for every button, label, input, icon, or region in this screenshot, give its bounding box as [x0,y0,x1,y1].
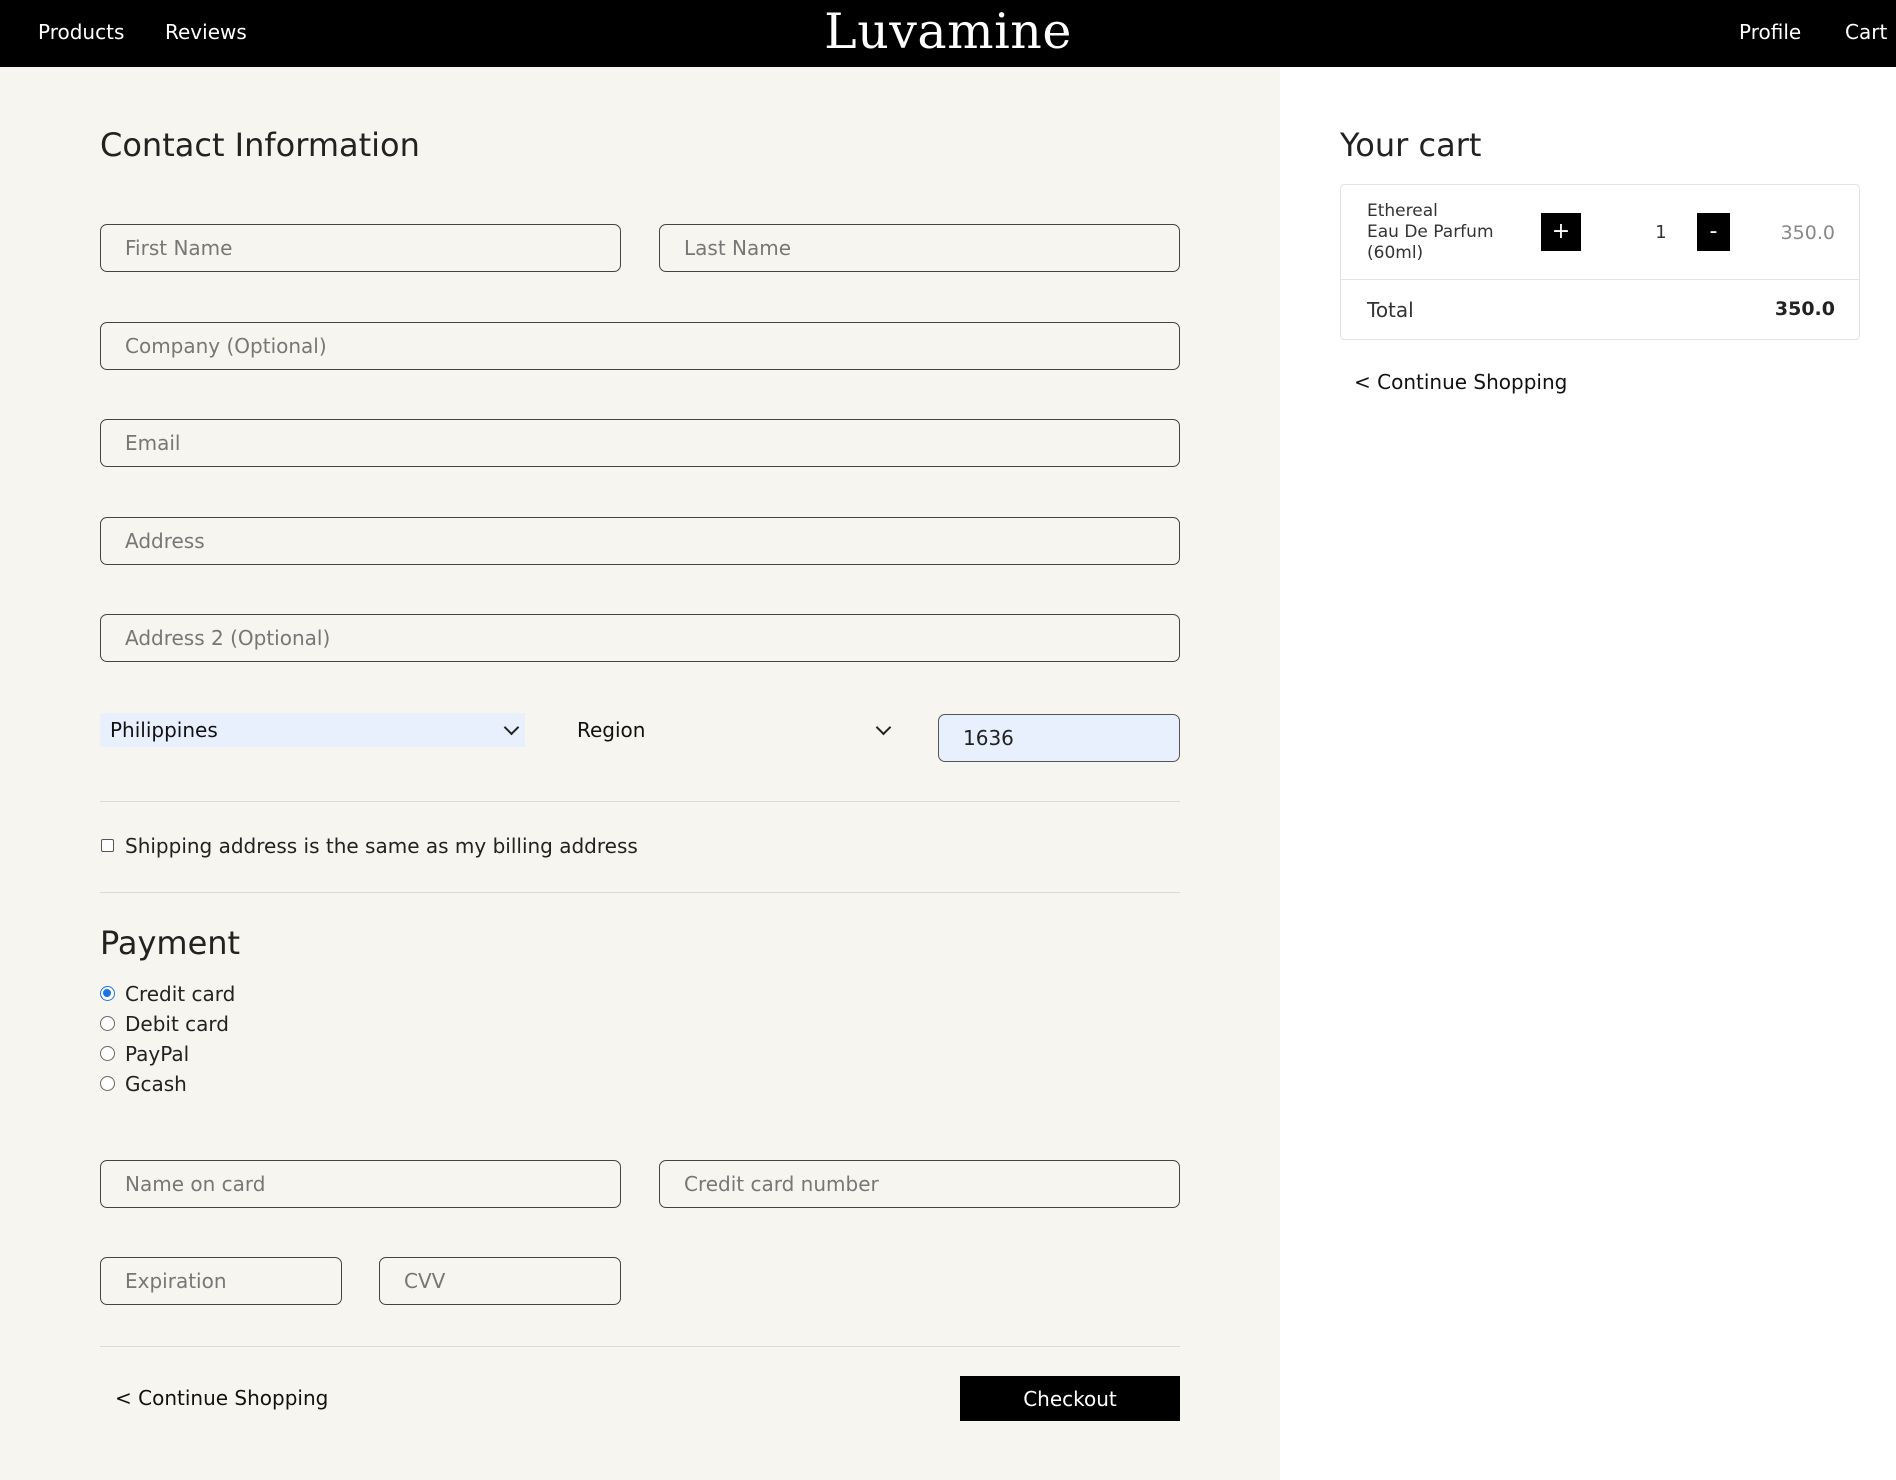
contact-information-heading: Contact Information [100,126,420,164]
card-number-input[interactable] [659,1160,1180,1208]
checkout-button[interactable]: Checkout [960,1376,1180,1421]
cart-continue-shopping-link[interactable]: < Continue Shopping [1354,370,1567,394]
last-name-input[interactable] [659,224,1180,272]
cart-item-name: Ethereal Eau De Parfum (60ml) [1367,201,1494,264]
cvv-input[interactable] [379,1257,621,1305]
cart-summary: Ethereal Eau De Parfum (60ml) + 1 - 350.… [1340,184,1860,340]
nav-cart-link[interactable]: Cart [1845,0,1887,67]
brand-name[interactable]: Luvamine [824,3,1072,60]
cart-item-name-line: Eau De Parfum [1367,222,1494,242]
cart-item-name-line: Ethereal [1367,201,1438,221]
nav-profile-link[interactable]: Profile [1739,0,1801,67]
radio-debit-card[interactable] [100,1016,115,1031]
first-name-input[interactable] [100,224,621,272]
radio-label-credit-card[interactable]: Credit card [125,982,235,1006]
address2-input[interactable] [100,614,1180,662]
brand-logo: Luvamine [0,0,1896,67]
cart-total-value: 350.0 [1774,298,1835,320]
region-select[interactable]: Region [567,713,897,747]
radio-paypal[interactable] [100,1046,115,1061]
address-input[interactable] [100,517,1180,565]
continue-shopping-link[interactable]: < Continue Shopping [115,1386,328,1410]
nav-products-link[interactable]: Products [38,0,124,67]
divider [100,1346,1180,1347]
chevron-down-icon [875,719,892,736]
company-input[interactable] [100,322,1180,370]
cart-item-price: 350.0 [1780,222,1835,244]
cart-total-label: Total [1367,298,1414,322]
radio-label-paypal[interactable]: PayPal [125,1042,189,1066]
radio-label-gcash[interactable]: Gcash [125,1072,187,1096]
same-address-checkbox[interactable] [101,839,114,852]
divider [1341,279,1859,280]
nav-reviews-link[interactable]: Reviews [165,0,247,67]
country-select-value: Philippines [110,718,218,742]
same-address-label[interactable]: Shipping address is the same as my billi… [125,834,638,858]
radio-gcash[interactable] [100,1076,115,1091]
country-select[interactable]: Philippines [100,713,525,747]
cart-item-name-line: (60ml) [1367,243,1424,263]
radio-label-debit-card[interactable]: Debit card [125,1012,229,1036]
name-on-card-input[interactable] [100,1160,621,1208]
cart-heading: Your cart [1340,126,1482,164]
chevron-down-icon [503,719,520,736]
radio-credit-card[interactable] [100,986,115,1001]
top-navbar: Luvamine Products Reviews Profile Cart [0,0,1896,67]
divider [100,892,1180,893]
region-select-value: Region [577,718,646,742]
quantity-decrease-button[interactable]: - [1697,213,1730,251]
payment-heading: Payment [100,924,241,962]
cart-item-quantity: 1 [1655,222,1667,243]
expiration-input[interactable] [100,1257,342,1305]
email-input[interactable] [100,419,1180,467]
divider [100,801,1180,802]
postal-code-input[interactable] [938,714,1180,762]
quantity-increase-button[interactable]: + [1541,213,1581,251]
